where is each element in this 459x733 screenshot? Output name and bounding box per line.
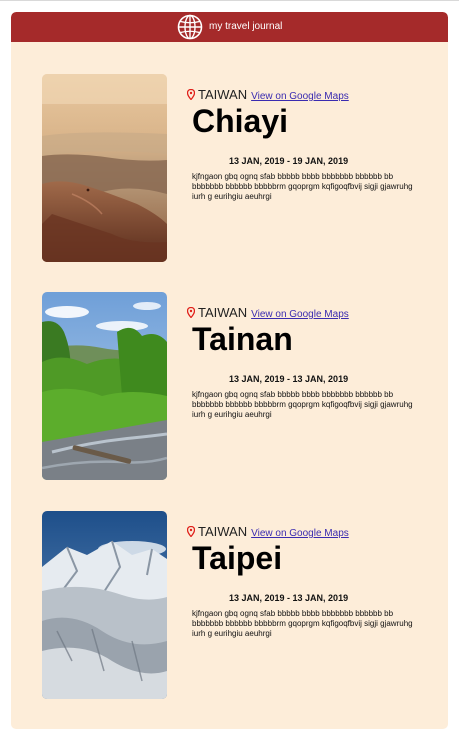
google-maps-link[interactable]: View on Google Maps xyxy=(251,309,349,320)
country-label: TAIWAN xyxy=(198,305,248,320)
forest-river-photo xyxy=(42,292,167,480)
country-label: TAIWAN xyxy=(198,524,248,539)
google-maps-link[interactable]: View on Google Maps xyxy=(251,528,349,539)
map-pin-icon xyxy=(187,307,195,318)
location-row: TAIWAN View on Google Maps xyxy=(187,523,349,539)
app-title: my travel journal xyxy=(209,21,283,32)
journal-page: my travel journal TAIWAN View on Google … xyxy=(11,12,448,729)
journal-entry: TAIWAN View on Google Maps Taipei 13 JAN,… xyxy=(11,511,448,701)
trip-dates: 13 JAN, 2019 - 13 JAN, 2019 xyxy=(229,593,349,603)
city-title: Chiayi xyxy=(192,103,289,139)
city-title: Tainan xyxy=(192,321,293,357)
app-header: my travel journal xyxy=(11,12,448,42)
location-row: TAIWAN View on Google Maps xyxy=(187,304,349,320)
journal-entry: TAIWAN View on Google Maps Chiayi 13 JAN,… xyxy=(11,74,448,264)
journal-entry: TAIWAN View on Google Maps Tainan 13 JAN,… xyxy=(11,292,448,482)
country-label: TAIWAN xyxy=(198,87,248,102)
city-title: Taipei xyxy=(192,540,283,576)
snowy-mountain-photo xyxy=(42,511,167,699)
entry-description: kjfngaon gbq ognq sfab bbbbb bbbb bbbbbb… xyxy=(192,609,413,638)
top-divider xyxy=(0,0,459,1)
entry-description: kjfngaon gbq ognq sfab bbbbb bbbb bbbbbb… xyxy=(192,172,413,201)
location-row: TAIWAN View on Google Maps xyxy=(187,86,349,102)
map-pin-icon xyxy=(187,89,195,100)
google-maps-link[interactable]: View on Google Maps xyxy=(251,91,349,102)
trip-dates: 13 JAN, 2019 - 13 JAN, 2019 xyxy=(229,374,349,384)
entry-description: kjfngaon gbq ognq sfab bbbbb bbbb bbbbbb… xyxy=(192,390,413,419)
map-pin-icon xyxy=(187,526,195,537)
canyon-cliff-photo xyxy=(42,74,167,262)
globe-icon xyxy=(177,14,203,40)
trip-dates: 13 JAN, 2019 - 19 JAN, 2019 xyxy=(229,156,349,166)
